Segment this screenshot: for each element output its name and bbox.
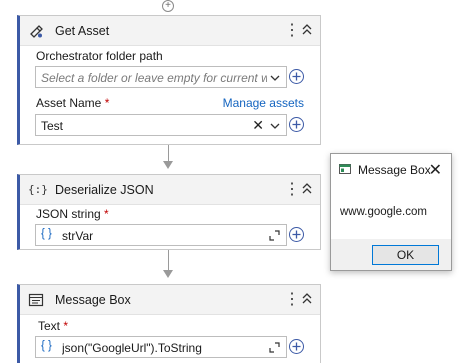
plus-icon: [292, 230, 301, 239]
ok-button[interactable]: OK: [372, 245, 439, 265]
json-string-value: strVar: [62, 229, 94, 243]
dialog-message: www.google.com: [340, 206, 427, 218]
get-asset-activity-card[interactable]: Get Asset ⋮ Orchestrator folder path Sel…: [17, 15, 321, 145]
flow-connector: [168, 250, 169, 271]
expand-editor-icon[interactable]: [269, 342, 280, 353]
chevron-down-icon[interactable]: [270, 122, 280, 130]
folder-path-label: Orchestrator folder path: [36, 49, 163, 63]
text-value: json("GoogleUrl").ToString: [62, 341, 202, 355]
plus-icon: [292, 72, 301, 81]
plus-icon: [292, 120, 301, 129]
activity-title: Get Asset: [55, 24, 110, 38]
more-options-icon[interactable]: ⋮: [284, 20, 300, 40]
json-string-input[interactable]: { } strVar: [35, 224, 287, 246]
close-icon[interactable]: ✕: [429, 160, 442, 180]
workflow-designer-canvas: + Get Asset ⋮ Orchestrator folder path S…: [0, 0, 474, 363]
json-string-plus-button[interactable]: [289, 227, 304, 242]
dialog-body: www.google.com: [331, 184, 451, 239]
dialog-title: Message Box: [358, 163, 431, 177]
dialog-footer: OK: [331, 239, 451, 270]
expression-icon: { }: [41, 228, 52, 240]
plus-icon: [292, 342, 301, 351]
text-label: Text *: [38, 319, 69, 333]
flow-arrow-icon: [163, 270, 173, 278]
json-string-label: JSON string *: [36, 207, 109, 221]
folder-path-plus-button[interactable]: [289, 69, 304, 84]
folder-path-placeholder: Select a folder or leave empty for curre…: [41, 71, 267, 85]
window-app-icon: [339, 164, 351, 174]
expression-icon: { }: [41, 340, 52, 352]
message-box-header[interactable]: Message Box ⋮: [20, 285, 320, 315]
asset-name-dropdown[interactable]: Test ✕: [35, 114, 287, 136]
message-box-icon: [28, 293, 44, 307]
more-options-icon[interactable]: ⋮: [284, 289, 300, 309]
deserialize-json-header[interactable]: {:} Deserialize JSON ⋮: [20, 175, 320, 205]
text-plus-button[interactable]: [289, 339, 304, 354]
message-box-dialog: Message Box ✕ www.google.com OK: [330, 153, 452, 271]
clear-icon[interactable]: ✕: [252, 117, 264, 134]
json-icon: {:}: [28, 183, 48, 196]
add-activity-top-icon[interactable]: +: [162, 0, 174, 12]
collapse-chevrons-icon[interactable]: [300, 181, 314, 197]
chevron-down-icon[interactable]: [270, 74, 280, 82]
expand-editor-icon[interactable]: [269, 230, 280, 241]
flow-arrow-icon: [163, 161, 173, 169]
manage-assets-link[interactable]: Manage assets: [223, 96, 304, 110]
dialog-titlebar[interactable]: Message Box ✕: [331, 154, 451, 184]
collapse-chevrons-icon[interactable]: [300, 22, 314, 38]
asset-icon: [30, 25, 43, 38]
activity-title: Deserialize JSON: [55, 183, 154, 197]
asset-name-plus-button[interactable]: [289, 117, 304, 132]
folder-path-dropdown[interactable]: Select a folder or leave empty for curre…: [35, 66, 287, 88]
deserialize-json-activity-card[interactable]: {:} Deserialize JSON ⋮ JSON string * { }…: [17, 174, 321, 250]
message-box-activity-card[interactable]: Message Box ⋮ Text * { } json("GoogleUrl…: [17, 284, 321, 363]
asset-name-label: Asset Name *: [36, 96, 110, 110]
get-asset-header[interactable]: Get Asset ⋮: [20, 16, 320, 46]
more-options-icon[interactable]: ⋮: [284, 179, 300, 199]
collapse-chevrons-icon[interactable]: [300, 291, 314, 307]
flow-connector: [168, 145, 169, 162]
asset-name-value: Test: [41, 119, 64, 133]
text-input[interactable]: { } json("GoogleUrl").ToString: [35, 336, 287, 358]
activity-title: Message Box: [55, 293, 131, 307]
